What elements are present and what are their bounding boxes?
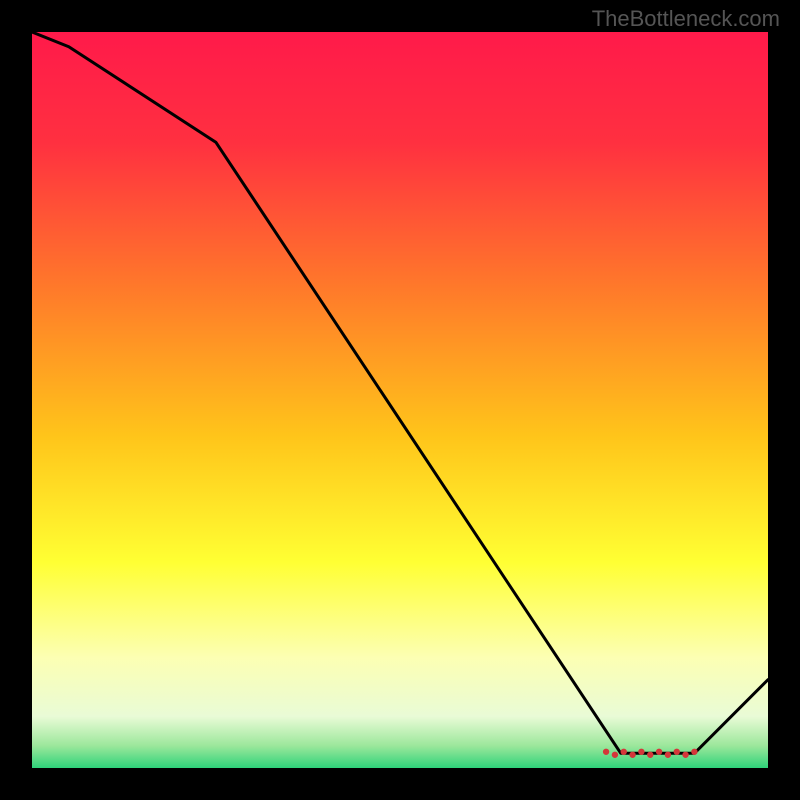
chart-container: TheBottleneck.com (0, 0, 800, 800)
plot-area (32, 32, 768, 768)
chart-overlay (32, 32, 768, 768)
data-line (32, 32, 768, 753)
watermark-text: TheBottleneck.com (592, 6, 780, 32)
